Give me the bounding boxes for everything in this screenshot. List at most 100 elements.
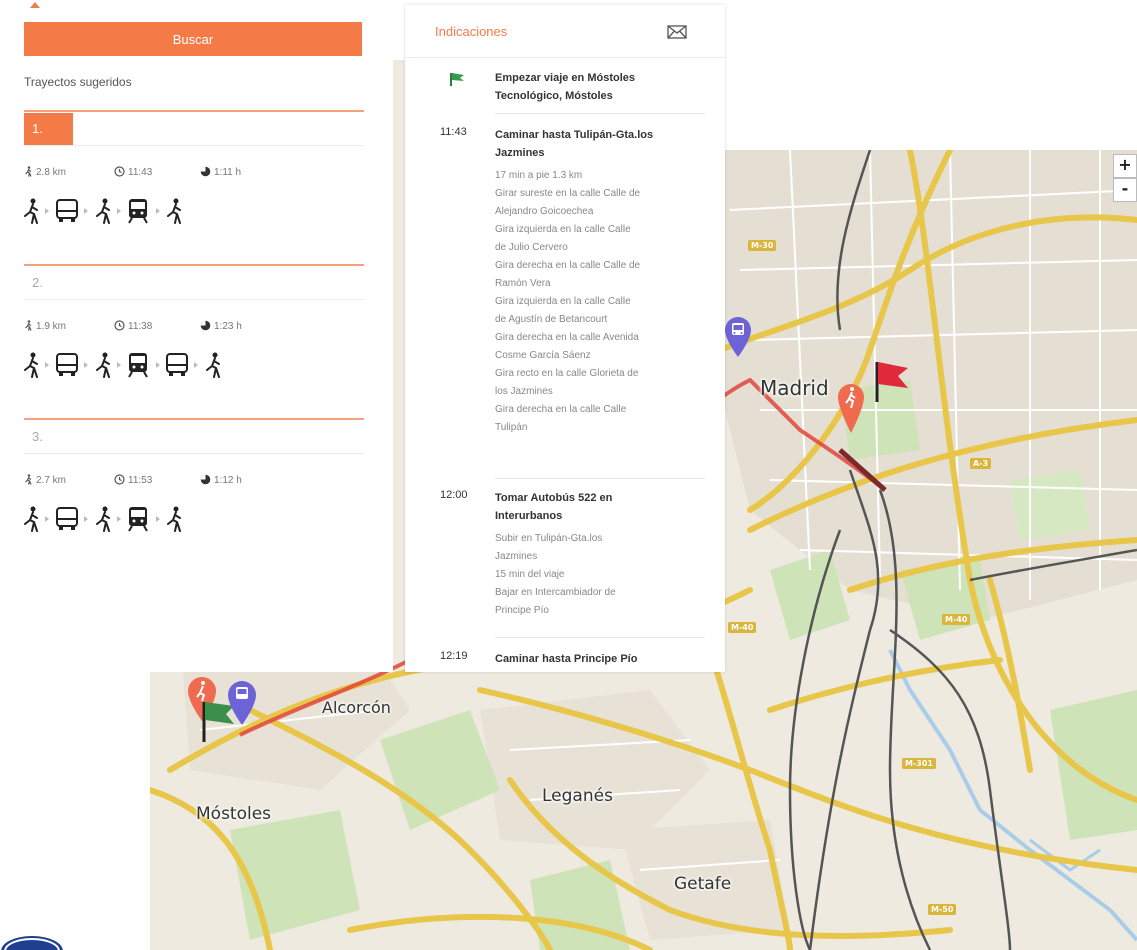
search-button[interactable]: Buscar <box>24 22 362 56</box>
directions-panel: Indicaciones Empezar viaje en Móstoles T… <box>405 5 725 672</box>
departure-time: 11:53 <box>114 474 152 486</box>
road-shield: M-50 <box>928 904 957 915</box>
route-stats: 1.9 km 11:38 1:23 h <box>24 320 364 334</box>
walk-distance: 2.7 km <box>24 474 66 486</box>
route-divider <box>24 418 364 420</box>
trip-duration: 1:12 h <box>200 474 242 486</box>
clock-icon <box>114 166 125 177</box>
suggested-routes-title: Trayectos sugeridos <box>24 75 132 89</box>
logo-emblem <box>1 936 63 950</box>
leg-arrow-icon <box>84 516 88 522</box>
step-divider <box>495 478 705 479</box>
walk-distance: 2.8 km <box>24 166 66 178</box>
train-icon <box>128 507 148 532</box>
step-time: 12:19 <box>440 650 468 662</box>
departure-time: 11:38 <box>114 320 152 332</box>
direction-step-title: Tomar Autobús 522 en Interurbanos <box>495 492 613 522</box>
direction-step-title: Caminar hasta Principe Pío <box>495 653 638 665</box>
leg-arrow-icon <box>117 208 121 214</box>
bus-icon <box>56 353 78 376</box>
walk-icon <box>24 506 38 532</box>
walk-small-icon <box>25 474 32 485</box>
road-shield: M-30 <box>748 240 777 251</box>
trip-duration: 1:11 h <box>200 166 241 178</box>
leg-arrow-icon <box>156 516 160 522</box>
direction-step-title: Caminar hasta Tulipán-Gta.los Jazmines <box>495 129 654 159</box>
collapse-caret-icon[interactable] <box>30 2 40 8</box>
leg-arrow-icon <box>84 362 88 368</box>
city-label-leganes: Leganés <box>542 786 613 806</box>
leg-arrow-icon <box>84 208 88 214</box>
duration-icon <box>200 320 211 331</box>
walk-icon <box>167 506 181 532</box>
walk-distance: 1.9 km <box>24 320 66 332</box>
leg-arrow-icon <box>117 516 121 522</box>
direction-step-title: Empezar viaje en Móstoles Tecnológico, M… <box>495 72 635 102</box>
route-separator <box>24 145 364 146</box>
route-option-2[interactable]: 2. 1.9 km 11:38 1:23 h <box>24 264 364 414</box>
route-stats: 2.7 km 11:53 1:12 h <box>24 474 364 488</box>
step-divider <box>495 637 705 638</box>
bus-icon <box>56 199 78 222</box>
clock-icon <box>114 474 125 485</box>
bus-marker-icon[interactable] <box>723 316 753 358</box>
email-icon[interactable] <box>667 25 687 39</box>
route-separator <box>24 299 364 300</box>
leg-arrow-icon <box>45 362 49 368</box>
leg-arrow-icon <box>117 362 121 368</box>
route-option-3[interactable]: 3. 2.7 km 11:53 1:12 h <box>24 418 364 568</box>
train-icon <box>128 199 148 224</box>
leg-arrow-icon <box>156 208 160 214</box>
route-stats: 2.8 km 11:43 1:11 h <box>24 166 364 180</box>
route-number: 2. <box>24 267 73 299</box>
zoom-out-button[interactable]: - <box>1113 178 1137 202</box>
route-option-1[interactable]: 1. 2.8 km 11:43 1:11 h <box>24 110 364 260</box>
walk-icon <box>96 198 110 224</box>
step-time: 11:43 <box>440 126 467 138</box>
walk-icon <box>24 352 38 378</box>
zoom-in-button[interactable]: + <box>1113 154 1137 178</box>
walk-small-icon <box>25 320 32 331</box>
step-details: 17 min a pie 1.3 km Girar sureste en la … <box>495 170 641 433</box>
bus-marker-icon[interactable] <box>226 680 258 726</box>
road-shield: A-3 <box>970 458 992 469</box>
leg-arrow-icon <box>45 208 49 214</box>
leg-arrow-icon <box>194 362 198 368</box>
directions-title: Indicaciones <box>435 24 508 39</box>
leg-arrow-icon <box>156 362 160 368</box>
route-divider <box>24 110 364 112</box>
step-details: Subir en Tulipán-Gta.los Jazmines 15 min… <box>495 533 616 616</box>
city-label-getafe: Getafe <box>674 874 732 894</box>
route-separator <box>24 453 364 454</box>
road-shield: M-301 <box>902 758 936 769</box>
departure-time: 11:43 <box>114 166 152 178</box>
duration-icon <box>200 474 211 485</box>
trip-duration: 1:23 h <box>200 320 242 332</box>
leg-arrow-icon <box>45 516 49 522</box>
train-icon <box>128 353 148 378</box>
end-flag-icon[interactable] <box>872 358 912 402</box>
walk-icon <box>96 506 110 532</box>
walk-small-icon <box>25 166 32 177</box>
city-label-alcorcon: Alcorcón <box>322 698 391 717</box>
directions-header: Indicaciones <box>405 5 725 58</box>
bus-icon <box>56 507 78 530</box>
route-search-panel: Buscar Trayectos sugeridos 1. 2.8 km 11:… <box>0 0 393 672</box>
road-shield: M-40 <box>728 622 757 633</box>
map-strip <box>393 60 405 270</box>
road-shield: M-40 <box>942 614 971 625</box>
clock-icon <box>114 320 125 331</box>
city-label-mostoles: Móstoles <box>196 804 272 824</box>
walk-icon <box>206 352 220 378</box>
start-flag-icon <box>450 73 464 86</box>
bus-icon <box>166 353 188 376</box>
brand-logo <box>0 925 64 950</box>
walk-icon <box>96 352 110 378</box>
walk-icon <box>24 198 38 224</box>
route-number: 1. <box>24 113 73 145</box>
city-label-madrid: Madrid <box>760 376 829 400</box>
walk-icon <box>167 198 181 224</box>
route-divider <box>24 264 364 266</box>
walk-marker-icon[interactable] <box>836 382 866 434</box>
route-number: 3. <box>24 421 73 453</box>
